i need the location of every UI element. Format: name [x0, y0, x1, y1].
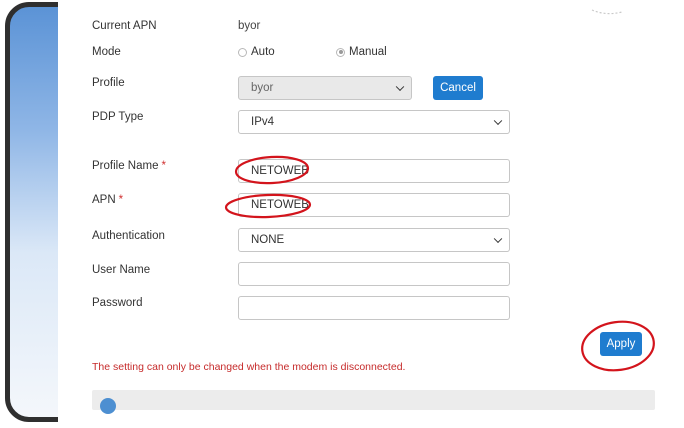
- profile-name-label: Profile Name *: [92, 160, 166, 172]
- radio-manual-indicator[interactable]: [336, 47, 345, 57]
- profile-name-input-value: NETOWEB: [251, 165, 309, 177]
- info-bar: [92, 390, 655, 410]
- user-name-label: User Name: [92, 264, 151, 276]
- mode-radio-auto[interactable]: Auto: [238, 46, 275, 58]
- authentication-select-value: NONE: [251, 234, 285, 246]
- password-label: Password: [92, 297, 143, 309]
- apn-input-value: NETOWEB: [251, 199, 309, 211]
- radio-auto-label: Auto: [251, 46, 275, 58]
- authentication-label: Authentication: [92, 230, 165, 242]
- password-input[interactable]: [238, 296, 510, 320]
- profile-select-value: byor: [251, 82, 274, 94]
- current-apn-label: Current APN: [92, 20, 157, 32]
- profile-name-label-text: Profile Name: [92, 160, 159, 172]
- mode-label: Mode: [92, 46, 121, 58]
- user-name-input[interactable]: [238, 262, 510, 286]
- chevron-down-icon: [493, 116, 503, 126]
- mode-radio-manual[interactable]: Manual: [336, 46, 387, 58]
- profile-select: byor: [238, 76, 412, 100]
- info-icon: [100, 398, 116, 414]
- pdp-type-select[interactable]: IPv4: [238, 110, 510, 134]
- radio-manual-label: Manual: [349, 46, 387, 58]
- current-apn-value: byor: [238, 20, 261, 32]
- apn-label: APN *: [92, 194, 123, 206]
- chevron-down-icon: [395, 82, 405, 92]
- cancel-button[interactable]: Cancel: [433, 76, 483, 100]
- chevron-down-icon: [493, 234, 503, 244]
- radio-auto-indicator[interactable]: [238, 47, 247, 57]
- disconnect-notice: The setting can only be changed when the…: [92, 361, 406, 373]
- profile-name-input[interactable]: NETOWEB: [238, 159, 510, 183]
- profile-label: Profile: [92, 77, 125, 89]
- authentication-select[interactable]: NONE: [238, 228, 510, 252]
- pdp-type-label: PDP Type: [92, 111, 144, 123]
- apn-label-text: APN: [92, 194, 116, 206]
- apn-input[interactable]: NETOWEB: [238, 193, 510, 217]
- required-mark: *: [161, 160, 166, 172]
- pdp-type-select-value: IPv4: [251, 116, 275, 128]
- apply-button[interactable]: Apply: [600, 332, 642, 356]
- required-mark: *: [118, 194, 124, 206]
